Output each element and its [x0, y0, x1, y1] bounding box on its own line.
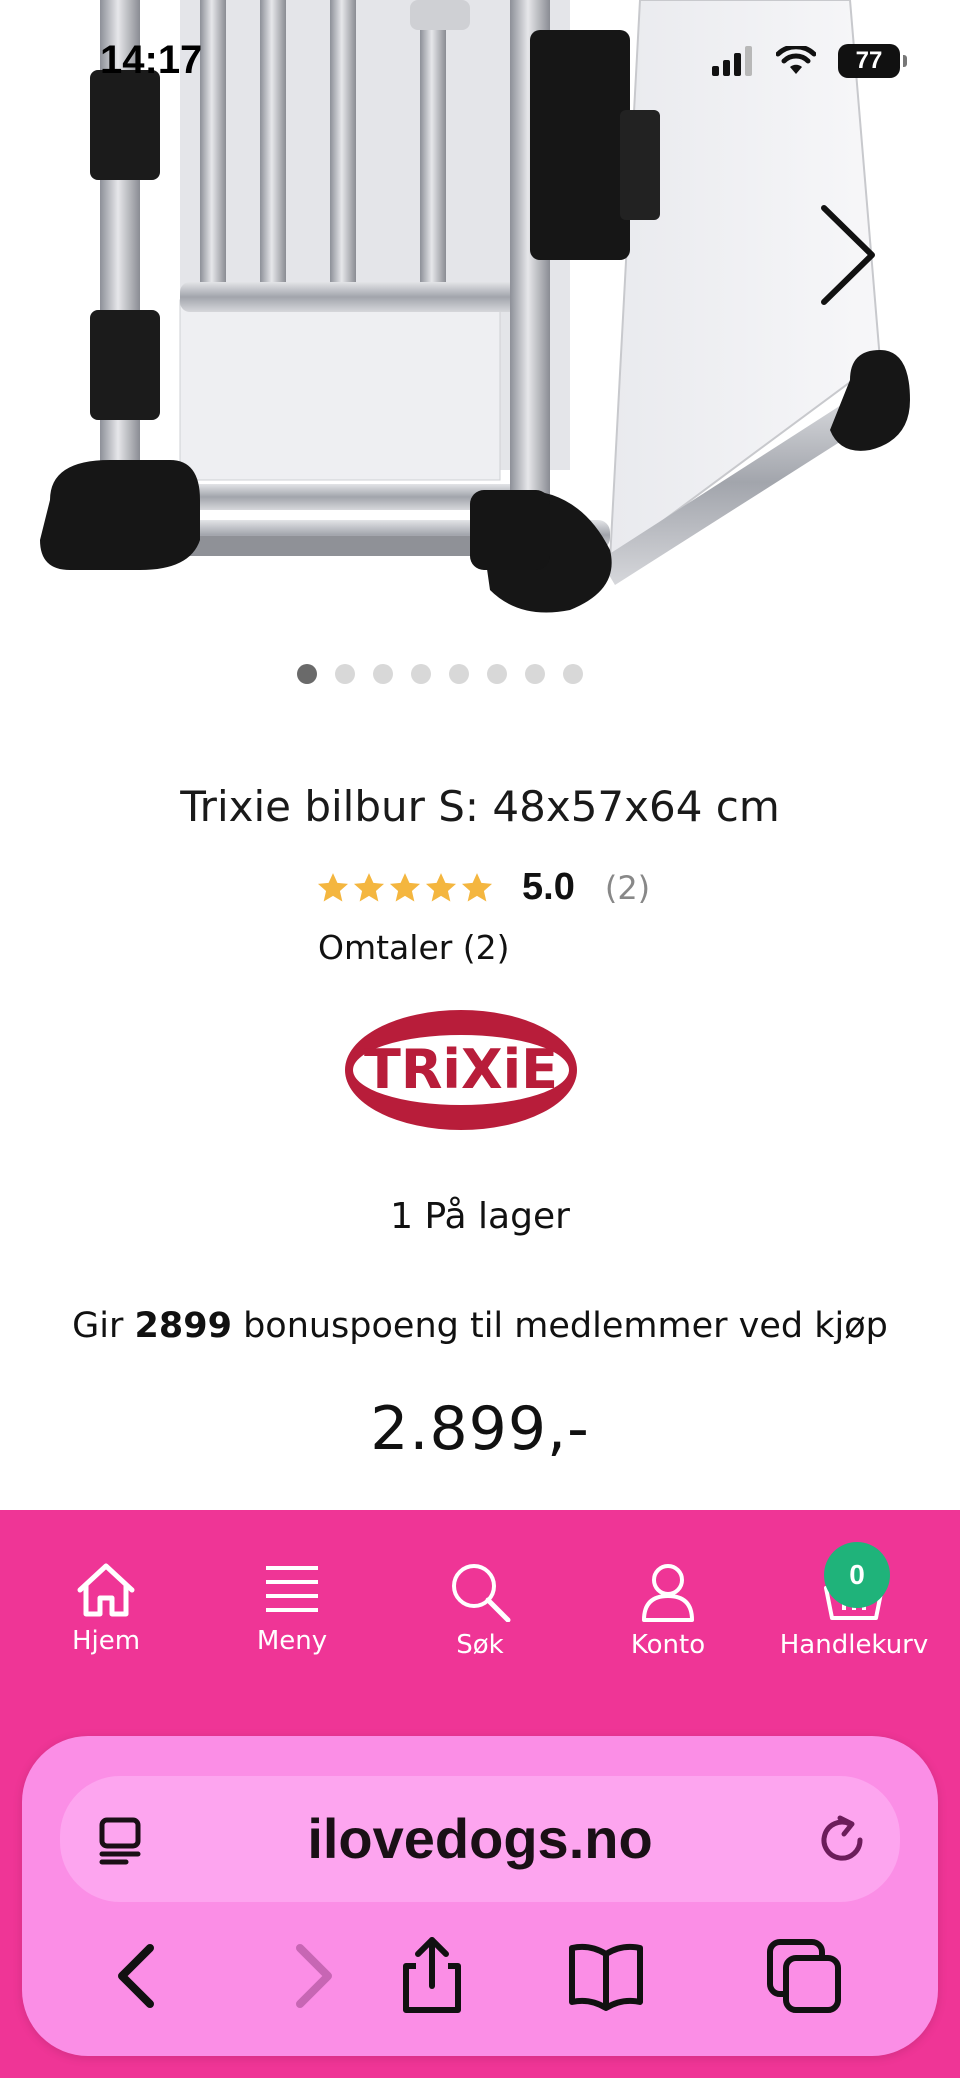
bonus-points: 2899: [134, 1306, 232, 1346]
product-image-carousel[interactable]: 14:17 77: [0, 0, 960, 700]
url-text: ilovedogs.no: [307, 1807, 653, 1870]
nav-search[interactable]: Søk: [386, 1550, 574, 1670]
account-icon: [642, 1564, 694, 1622]
rating-stars: [316, 871, 494, 905]
back-icon[interactable]: [98, 1936, 178, 2016]
share-icon[interactable]: [392, 1936, 472, 2016]
home-icon: [77, 1563, 135, 1617]
carousel-dot[interactable]: [487, 664, 507, 684]
rating-count: (2): [604, 868, 651, 907]
nav-account-label: Konto: [630, 1630, 706, 1660]
brand-logo[interactable]: TRiXiE: [345, 1008, 577, 1132]
reload-icon[interactable]: [816, 1814, 868, 1866]
cellular-signal-icon: [712, 46, 752, 76]
carousel-dots: [0, 664, 920, 684]
carousel-dot[interactable]: [449, 664, 469, 684]
bonus-suffix: bonuspoeng til medlemmer ved kjøp: [231, 1306, 888, 1346]
nav-menu[interactable]: Meny: [198, 1550, 386, 1670]
bonus-points-text: Gir 2899 bonuspoeng til medlemmer ved kj…: [0, 1306, 960, 1346]
star-icon: [317, 872, 349, 901]
address-bar[interactable]: ilovedogs.no: [60, 1776, 900, 1902]
carousel-dot[interactable]: [525, 664, 545, 684]
stock-status: 1 På lager: [390, 1196, 570, 1237]
menu-icon: [266, 1566, 318, 1612]
star-icon: [353, 872, 385, 901]
reviews-link[interactable]: Omtaler (2): [318, 928, 510, 967]
rating-score: 5.0: [522, 866, 575, 908]
carousel-dot[interactable]: [563, 664, 583, 684]
rating-row: 5.0 (2): [316, 866, 650, 909]
browser-toolbar: ilovedogs.no: [22, 1736, 938, 2056]
carousel-dot[interactable]: [411, 664, 431, 684]
nav-home-label: Hjem: [71, 1626, 141, 1656]
nav-menu-label: Meny: [256, 1626, 328, 1656]
tabs-icon[interactable]: [764, 1936, 844, 2016]
svg-text:TRiXiE: TRiXiE: [364, 1038, 558, 1101]
status-bar: 14:17 77: [0, 0, 960, 130]
product-price: 2.899,-: [370, 1394, 590, 1464]
battery-indicator: 77: [838, 44, 907, 78]
star-icon: [425, 872, 457, 901]
star-icon: [389, 872, 421, 901]
bonus-prefix: Gir: [72, 1306, 135, 1346]
carousel-dot[interactable]: [297, 664, 317, 684]
carousel-dot[interactable]: [335, 664, 355, 684]
forward-icon[interactable]: [272, 1936, 352, 2016]
status-time: 14:17: [100, 38, 203, 82]
carousel-dot[interactable]: [373, 664, 393, 684]
star-icon: [461, 872, 493, 901]
wifi-icon: [776, 46, 816, 74]
nav-cart-label: Handlekurv: [779, 1630, 929, 1660]
nav-search-label: Søk: [456, 1630, 504, 1660]
nav-account[interactable]: Konto: [574, 1550, 762, 1670]
nav-home[interactable]: Hjem: [12, 1550, 200, 1670]
cart-count-badge: 0: [824, 1542, 890, 1608]
status-icons: 77: [712, 44, 907, 78]
search-icon: [452, 1564, 511, 1622]
bookmarks-icon[interactable]: [566, 1936, 646, 2016]
chevron-right-icon[interactable]: [810, 200, 880, 310]
product-title: Trixie bilbur S: 48x57x64 cm: [180, 782, 780, 831]
